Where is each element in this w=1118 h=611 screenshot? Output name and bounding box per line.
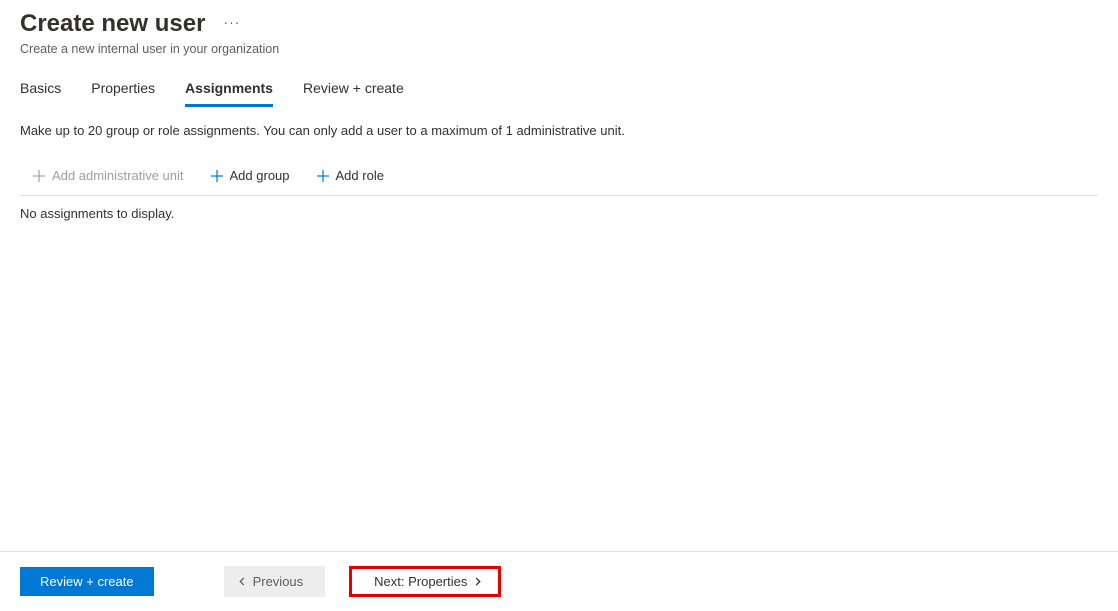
footer-bar: Review + create Previous Next: Propertie… bbox=[0, 551, 1118, 611]
page-subtitle: Create a new internal user in your organ… bbox=[20, 42, 1098, 56]
next-properties-button[interactable]: Next: Properties bbox=[349, 566, 501, 597]
add-role-button[interactable]: Add role bbox=[312, 166, 388, 185]
review-create-button[interactable]: Review + create bbox=[20, 567, 154, 596]
plus-icon bbox=[210, 169, 224, 183]
empty-state-text: No assignments to display. bbox=[20, 196, 1098, 221]
tabs-bar: Basics Properties Assignments Review + c… bbox=[0, 56, 1118, 107]
add-group-label: Add group bbox=[230, 168, 290, 183]
plus-icon bbox=[316, 169, 330, 183]
tab-review-create[interactable]: Review + create bbox=[303, 80, 404, 107]
add-role-label: Add role bbox=[336, 168, 384, 183]
action-bar: Add administrative unit Add group Add ro… bbox=[20, 162, 1098, 196]
plus-icon bbox=[32, 169, 46, 183]
more-icon[interactable]: ··· bbox=[223, 15, 240, 33]
chevron-left-icon bbox=[238, 577, 247, 586]
add-administrative-unit-label: Add administrative unit bbox=[52, 168, 184, 183]
chevron-right-icon bbox=[473, 577, 482, 586]
page-title: Create new user bbox=[20, 10, 205, 38]
previous-button[interactable]: Previous bbox=[224, 566, 326, 597]
info-text: Make up to 20 group or role assignments.… bbox=[20, 123, 1098, 138]
previous-label: Previous bbox=[253, 574, 304, 589]
tab-properties[interactable]: Properties bbox=[91, 80, 155, 107]
tab-assignments[interactable]: Assignments bbox=[185, 80, 273, 107]
tab-basics[interactable]: Basics bbox=[20, 80, 61, 107]
next-label: Next: Properties bbox=[374, 574, 467, 589]
add-administrative-unit-button: Add administrative unit bbox=[28, 166, 188, 185]
add-group-button[interactable]: Add group bbox=[206, 166, 294, 185]
